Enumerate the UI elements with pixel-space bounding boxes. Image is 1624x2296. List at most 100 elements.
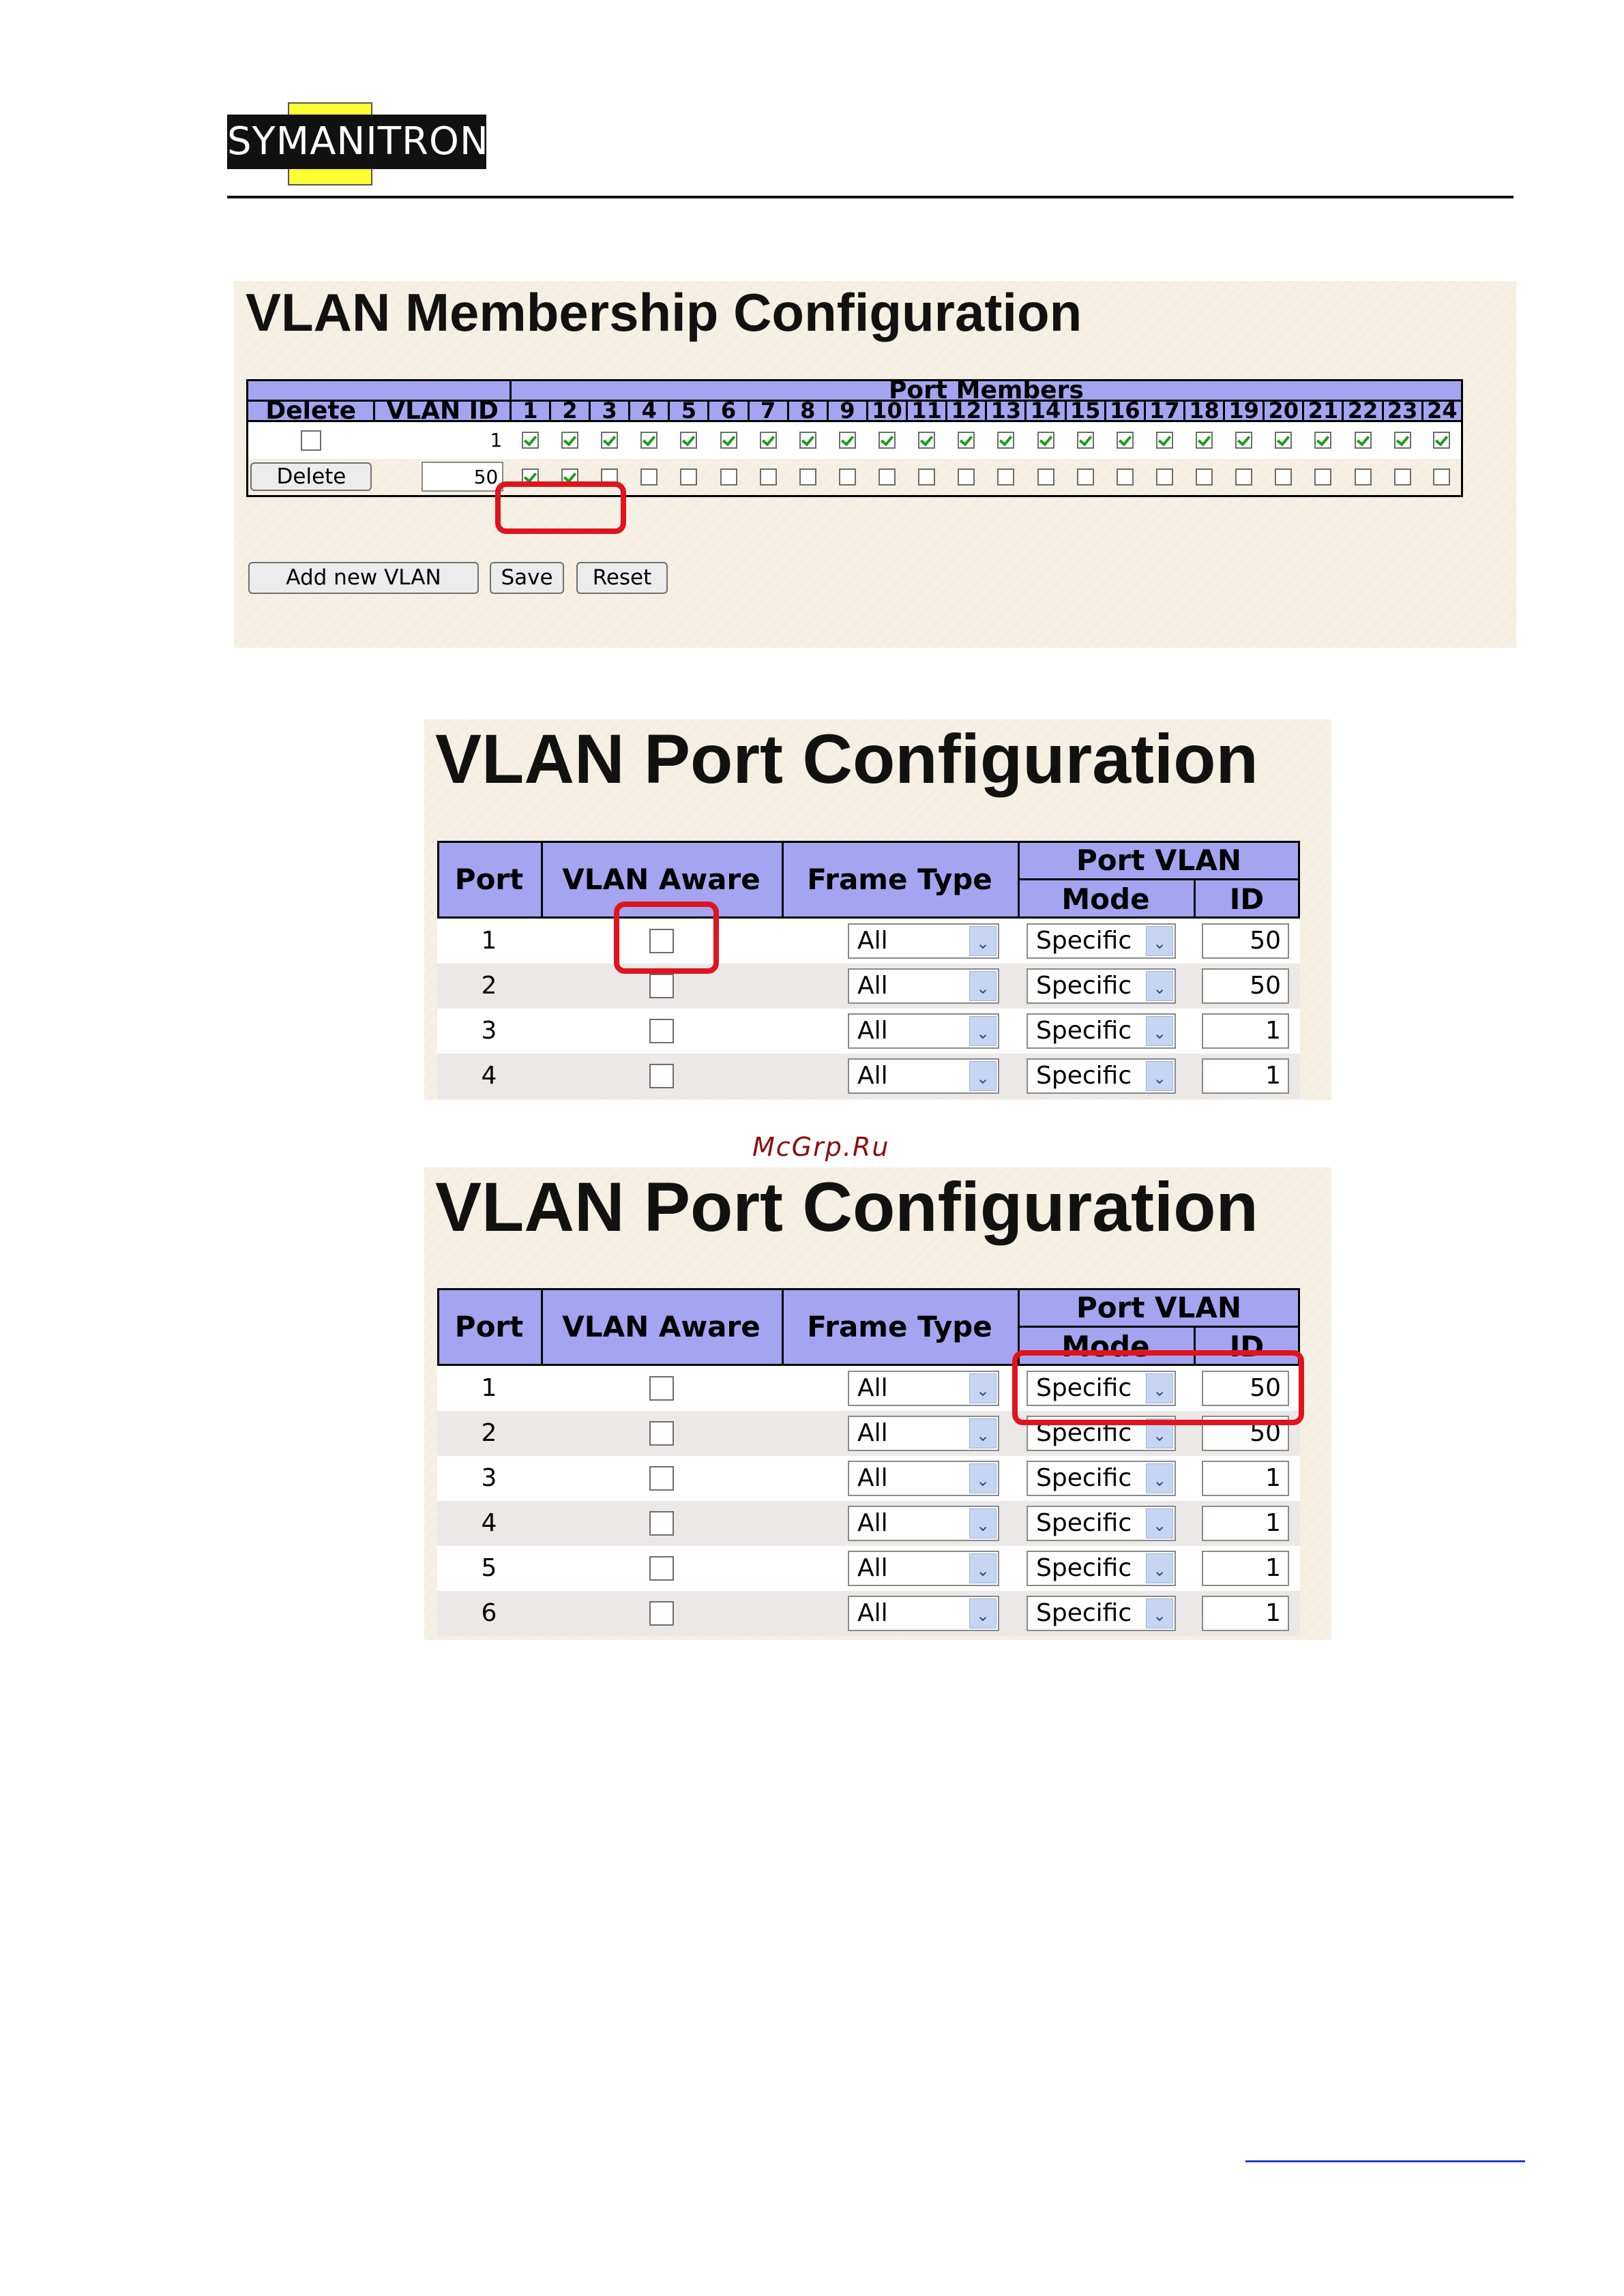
vlan-aware-checkbox[interactable]	[649, 1019, 674, 1043]
mode-select[interactable]: Specific ⌄	[1027, 1596, 1176, 1631]
frame-type-select[interactable]: All ⌄	[848, 1461, 999, 1496]
member-cell	[510, 421, 550, 459]
member-checkbox-port-21[interactable]	[1314, 468, 1332, 486]
pvid-input[interactable]: 1	[1202, 1461, 1289, 1496]
member-cell	[827, 421, 868, 459]
member-checkbox-port-18[interactable]	[1196, 468, 1213, 486]
frame-type-select[interactable]: All ⌄	[848, 923, 999, 959]
vlan-aware-checkbox[interactable]	[649, 1466, 674, 1491]
delete-checkbox[interactable]	[301, 430, 322, 451]
member-checkbox-port-16[interactable]	[1116, 432, 1134, 449]
pvid-input[interactable]: 1	[1202, 1551, 1289, 1586]
member-checkbox-port-9[interactable]	[838, 468, 856, 486]
member-checkbox-port-17[interactable]	[1155, 468, 1173, 486]
vlan-aware-checkbox[interactable]	[649, 1556, 674, 1581]
member-cell	[1224, 459, 1264, 496]
pvid-input[interactable]: 1	[1202, 1058, 1289, 1094]
member-checkbox-port-11[interactable]	[918, 432, 936, 449]
mode-select[interactable]: Specific ⌄	[1027, 968, 1176, 1004]
member-checkbox-port-12[interactable]	[958, 468, 975, 486]
pvid-input[interactable]: 1	[1202, 1013, 1289, 1049]
member-cell	[1303, 421, 1343, 459]
frame-type-value: All	[857, 1554, 888, 1582]
member-checkbox-port-19[interactable]	[1235, 468, 1253, 486]
mode-select[interactable]: Specific ⌄	[1027, 1461, 1176, 1496]
member-checkbox-port-12[interactable]	[958, 432, 975, 449]
member-checkbox-port-5[interactable]	[680, 468, 698, 486]
mode-select[interactable]: Specific ⌄	[1027, 1013, 1176, 1049]
member-checkbox-port-4[interactable]	[640, 468, 658, 486]
mode-select[interactable]: Specific ⌄	[1027, 1506, 1176, 1541]
member-checkbox-port-6[interactable]	[720, 468, 737, 486]
frame-type-select[interactable]: All ⌄	[848, 1551, 999, 1586]
member-checkbox-port-17[interactable]	[1155, 432, 1173, 449]
vlan-aware-checkbox[interactable]	[649, 1511, 674, 1536]
member-checkbox-port-6[interactable]	[720, 432, 737, 449]
add-new-vlan-button[interactable]: Add new VLAN	[248, 562, 479, 594]
pvid-input[interactable]: 50	[1202, 923, 1289, 959]
vlan-aware-checkbox[interactable]	[649, 1601, 674, 1626]
vlan-id-input[interactable]: 50	[422, 462, 504, 492]
member-checkbox-port-18[interactable]	[1196, 432, 1213, 449]
pvid-input[interactable]: 1	[1202, 1596, 1289, 1631]
frame-type-select[interactable]: All ⌄	[848, 1416, 999, 1451]
reset-button[interactable]: Reset	[576, 562, 668, 594]
member-checkbox-port-21[interactable]	[1314, 432, 1332, 449]
member-cell	[788, 421, 828, 459]
frame-type-select[interactable]: All ⌄	[848, 1371, 999, 1406]
member-checkbox-port-23[interactable]	[1393, 432, 1411, 449]
member-checkbox-port-15[interactable]	[1076, 432, 1094, 449]
member-checkbox-port-9[interactable]	[838, 432, 856, 449]
member-checkbox-port-24[interactable]	[1433, 432, 1451, 449]
member-checkbox-port-10[interactable]	[879, 468, 896, 486]
member-checkbox-port-20[interactable]	[1275, 432, 1293, 449]
member-checkbox-port-13[interactable]	[997, 468, 1015, 486]
vlan-aware-checkbox[interactable]	[649, 1064, 674, 1088]
member-checkbox-port-7[interactable]	[759, 432, 777, 449]
frame-type-select[interactable]: All ⌄	[848, 968, 999, 1004]
pvid-input[interactable]: 50	[1202, 968, 1289, 1004]
member-cell	[1184, 459, 1224, 496]
mode-select[interactable]: Specific ⌄	[1027, 1058, 1176, 1094]
member-checkbox-port-8[interactable]	[799, 468, 816, 486]
mode-select[interactable]: Specific ⌄	[1027, 923, 1176, 959]
member-checkbox-port-14[interactable]	[1037, 468, 1054, 486]
vlan-aware-checkbox[interactable]	[649, 1421, 674, 1446]
member-checkbox-port-3[interactable]	[601, 432, 619, 449]
chevron-down-icon: ⌄	[1146, 1508, 1173, 1538]
member-checkbox-port-8[interactable]	[799, 432, 816, 449]
member-checkbox-port-24[interactable]	[1433, 468, 1451, 486]
member-checkbox-port-5[interactable]	[680, 432, 698, 449]
frame-type-select[interactable]: All ⌄	[848, 1013, 999, 1049]
member-checkbox-port-16[interactable]	[1116, 468, 1134, 486]
vlan-aware-checkbox[interactable]	[649, 974, 674, 998]
member-checkbox-port-7[interactable]	[759, 468, 777, 486]
frame-type-select[interactable]: All ⌄	[848, 1596, 999, 1631]
member-checkbox-port-20[interactable]	[1275, 468, 1293, 486]
member-checkbox-port-22[interactable]	[1354, 468, 1372, 486]
frame-type-select[interactable]: All ⌄	[848, 1506, 999, 1541]
mode-select[interactable]: Specific ⌄	[1027, 1551, 1176, 1586]
vlan-id-value: 1	[490, 429, 503, 452]
member-checkbox-port-14[interactable]	[1037, 432, 1054, 449]
member-checkbox-port-1[interactable]	[521, 432, 539, 449]
member-cell	[1383, 459, 1422, 496]
save-button[interactable]: Save	[490, 562, 564, 594]
delete-button[interactable]: Delete	[250, 462, 372, 492]
port-vlan-header: Port VLAN	[1076, 844, 1241, 877]
member-checkbox-port-23[interactable]	[1393, 468, 1411, 486]
member-checkbox-port-15[interactable]	[1076, 468, 1094, 486]
member-checkbox-port-11[interactable]	[918, 468, 936, 486]
frame-type-select[interactable]: All ⌄	[848, 1058, 999, 1094]
footer-link-line[interactable]	[1245, 2160, 1525, 2162]
member-checkbox-port-22[interactable]	[1354, 432, 1372, 449]
port-header-15: 15	[1064, 400, 1106, 422]
pvid-input[interactable]: 1	[1202, 1506, 1289, 1541]
member-checkbox-port-10[interactable]	[879, 432, 896, 449]
member-checkbox-port-19[interactable]	[1235, 432, 1253, 449]
member-checkbox-port-4[interactable]	[640, 432, 658, 449]
vlan-aware-checkbox[interactable]	[649, 1376, 674, 1401]
port-config-title-1: VLAN Port Configuration	[435, 720, 1258, 798]
member-checkbox-port-2[interactable]	[561, 432, 579, 449]
member-checkbox-port-13[interactable]	[997, 432, 1015, 449]
